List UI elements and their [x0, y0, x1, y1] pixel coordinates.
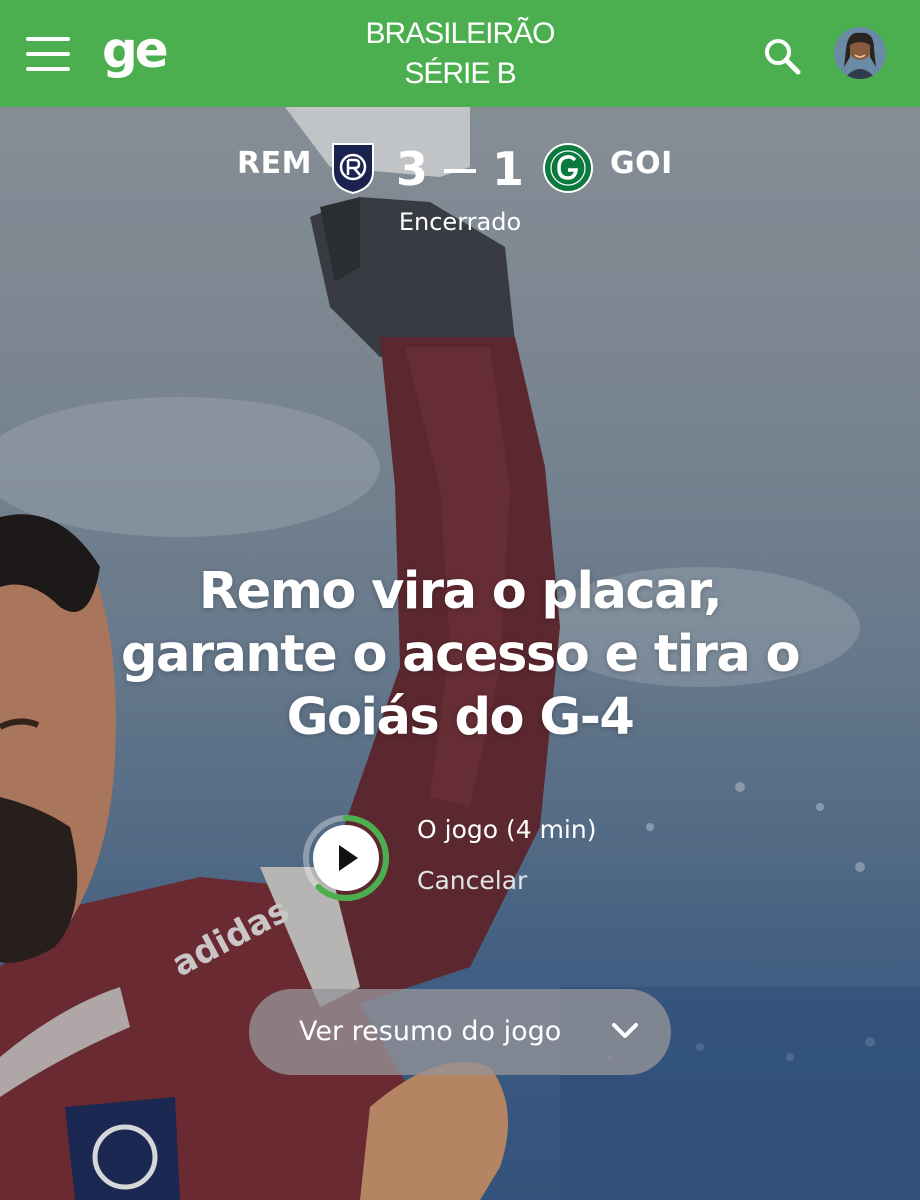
home-team: REM: [237, 146, 312, 181]
competition-title[interactable]: BRASILEIRÃO SÉRIE B: [310, 14, 610, 94]
goias-crest-icon: [543, 143, 593, 193]
play-button[interactable]: [300, 812, 392, 904]
remo-crest-icon: [332, 143, 374, 194]
summary-button[interactable]: Ver resumo do jogo: [249, 989, 671, 1075]
top-bar: ge BRASILEIRÃO SÉRIE B: [0, 0, 920, 107]
cancel-button[interactable]: Cancelar: [417, 866, 527, 895]
avatar[interactable]: [834, 27, 886, 79]
competition-name: BRASILEIRÃO: [365, 17, 555, 50]
menu-icon[interactable]: [26, 37, 70, 71]
scoreboard[interactable]: REM 3 1 GOI: [0, 138, 920, 200]
home-score: 3: [396, 142, 429, 196]
headline[interactable]: Remo vira o placar, garante o acesso e t…: [100, 560, 820, 749]
away-team: GOI: [610, 146, 673, 181]
logo[interactable]: ge: [102, 20, 169, 80]
video-title[interactable]: O jogo (4 min): [417, 815, 596, 844]
score-separator: [444, 169, 476, 173]
summary-label: Ver resumo do jogo: [299, 1016, 562, 1047]
match-status: Encerrado: [398, 208, 522, 236]
search-icon[interactable]: [760, 34, 804, 78]
away-score: 1: [492, 142, 525, 196]
match-page: ge BRASILEIRÃO SÉRIE B adidas REM 3 1 GO…: [0, 0, 920, 1200]
chevron-down-icon: [612, 1023, 638, 1038]
competition-division: SÉRIE B: [404, 57, 516, 90]
